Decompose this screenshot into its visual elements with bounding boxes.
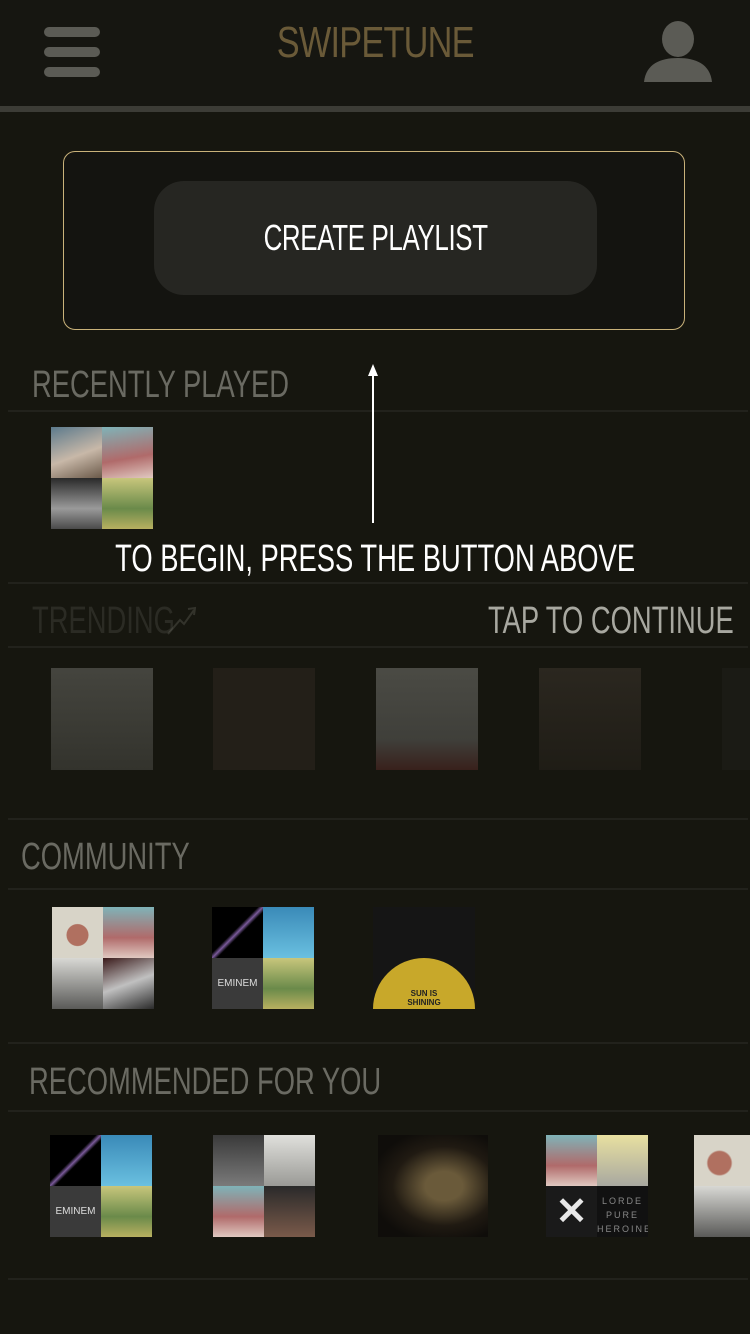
recommended-tile[interactable]: EMINEM xyxy=(50,1135,152,1237)
header-divider xyxy=(0,106,750,112)
trending-tile[interactable] xyxy=(213,668,315,770)
app-title: SWIPETUNE xyxy=(276,18,474,67)
tutorial-arrow xyxy=(372,372,374,523)
section-divider xyxy=(8,410,748,412)
section-divider xyxy=(8,888,748,890)
section-divider xyxy=(8,1042,748,1044)
community-playlist-tile[interactable] xyxy=(52,907,154,1009)
trending-arrow-icon xyxy=(166,604,197,636)
section-divider xyxy=(8,646,748,648)
community-playlist-tile[interactable]: SUN IS SHINING xyxy=(373,907,475,1009)
recommended-title: RECOMMENDED FOR YOU xyxy=(29,1061,382,1103)
section-divider xyxy=(8,1110,748,1112)
section-divider xyxy=(8,1278,748,1280)
lorde-album-text: LORDE PURE HEROINE xyxy=(597,1186,648,1237)
recently-played-title: RECENTLY PLAYED xyxy=(32,364,289,406)
tap-to-continue-button[interactable]: TAP TO CONTINUE xyxy=(488,600,750,643)
trending-tile[interactable] xyxy=(376,668,478,770)
recommended-tile[interactable] xyxy=(213,1135,315,1237)
user-profile-icon[interactable] xyxy=(642,20,714,84)
close-icon: ✕ xyxy=(546,1186,597,1237)
trending-title: TRENDING xyxy=(32,600,175,642)
section-divider xyxy=(8,818,748,820)
trending-tile[interactable] xyxy=(51,668,153,770)
community-title: COMMUNITY xyxy=(21,836,190,878)
recommended-tile[interactable] xyxy=(378,1135,488,1237)
recently-played-tile[interactable] xyxy=(51,427,153,529)
recommended-tile[interactable] xyxy=(694,1135,750,1237)
create-playlist-button[interactable]: CREATE PLAYLIST xyxy=(154,181,597,295)
trending-tile[interactable] xyxy=(722,668,750,770)
community-playlist-tile[interactable]: EMINEM xyxy=(212,907,314,1009)
section-divider xyxy=(8,582,748,584)
trending-tile[interactable] xyxy=(539,668,641,770)
tutorial-instruction: TO BEGIN, PRESS THE BUTTON ABOVE xyxy=(115,538,635,580)
recommended-tile[interactable]: ✕ LORDE PURE HEROINE xyxy=(546,1135,648,1237)
